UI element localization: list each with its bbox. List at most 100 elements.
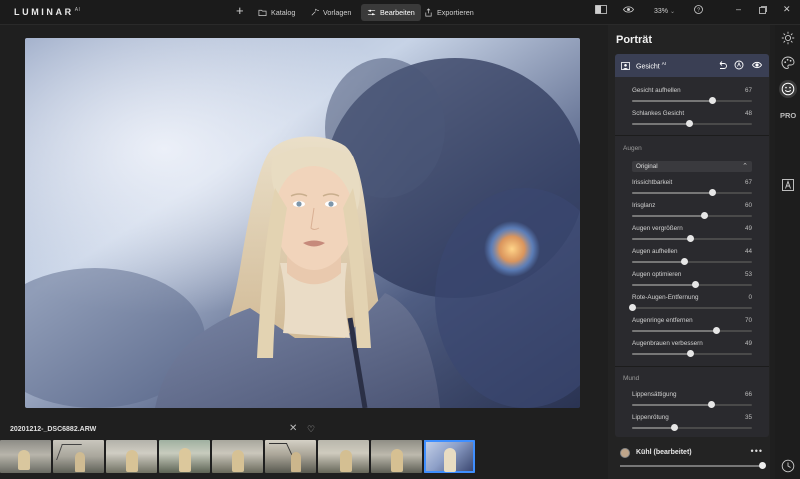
slider-knob[interactable] <box>687 235 695 242</box>
exportieren-button[interactable]: Exportieren <box>418 4 480 21</box>
ai-layer-icon[interactable] <box>781 178 795 192</box>
zoom-level[interactable]: 33% ⌄ <box>654 8 675 15</box>
slider-knob[interactable] <box>670 424 678 431</box>
undo-icon[interactable] <box>717 60 727 70</box>
slider-knob[interactable] <box>708 189 716 196</box>
favorite-heart-icon[interactable]: ♡ <box>307 424 315 435</box>
filmstrip-thumb-selected[interactable] <box>424 440 475 473</box>
filmstrip-thumb[interactable] <box>371 440 422 473</box>
slider-augen-aufhellen[interactable]: Augen aufhellen 44 <box>632 248 752 270</box>
filmstrip-thumb[interactable] <box>0 440 51 473</box>
slider-knob[interactable] <box>686 120 694 127</box>
portrait-icon <box>621 61 630 70</box>
slider-knob[interactable] <box>700 212 708 219</box>
visibility-eye-icon[interactable] <box>752 60 762 70</box>
slider-lippensaettigung[interactable]: Lippensättigung 66 <box>632 391 752 413</box>
bearbeiten-button[interactable]: Bearbeiten <box>361 4 421 21</box>
section-label-mund: Mund <box>623 375 640 382</box>
compare-icon[interactable] <box>595 5 607 16</box>
slider-augen-optimieren[interactable]: Augen optimieren 53 <box>632 271 752 293</box>
slider-rote-augen-entfernung[interactable]: Rote-Augen-Entfernung 0 <box>628 294 752 316</box>
slider-augenringe-entfernen[interactable]: Augenringe entfernen 70 <box>632 317 752 339</box>
photo-canvas[interactable] <box>25 38 580 408</box>
slider-track[interactable] <box>632 258 752 265</box>
essentials-sun-icon[interactable] <box>781 31 795 45</box>
app-name: LUMINAR <box>14 7 74 17</box>
more-options-icon[interactable]: ••• <box>751 446 763 456</box>
help-icon[interactable]: ? <box>694 5 703 16</box>
slider-knob[interactable] <box>692 281 700 288</box>
history-clock-icon[interactable] <box>781 459 795 473</box>
preset-amount-track[interactable] <box>620 465 762 467</box>
slider-label: Lippensättigung <box>632 391 677 398</box>
filmstrip-thumb[interactable] <box>53 440 104 473</box>
slider-track[interactable] <box>632 424 752 431</box>
filmstrip-thumb[interactable] <box>159 440 210 473</box>
slider-augen-vergroessern[interactable]: Augen vergrößern 49 <box>632 225 752 247</box>
slider-knob[interactable] <box>712 327 720 334</box>
minimize-icon[interactable]: – <box>736 4 741 14</box>
maximize-icon[interactable] <box>759 6 767 16</box>
slider-track[interactable] <box>632 281 752 288</box>
slider-fill <box>632 284 696 286</box>
slider-value: 60 <box>744 202 752 209</box>
slider-track[interactable] <box>632 97 752 104</box>
slider-fill <box>632 238 691 240</box>
mask-icon[interactable] <box>734 60 744 70</box>
eye-preview-icon[interactable] <box>623 5 634 16</box>
slider-track[interactable] <box>632 401 752 408</box>
sparkle-icon <box>311 8 319 16</box>
filmstrip <box>0 440 475 473</box>
slider-knob[interactable] <box>707 401 715 408</box>
preset-amount-knob[interactable] <box>758 462 766 469</box>
slider-fill <box>632 330 716 332</box>
slider-knob[interactable] <box>687 350 695 357</box>
vorlagen-button[interactable]: Vorlagen <box>304 4 357 21</box>
slider-value: 70 <box>744 317 752 324</box>
slider-knob[interactable] <box>681 258 689 265</box>
slider-knob[interactable] <box>628 304 636 311</box>
eye-mode-select[interactable]: Original ⌃ <box>632 161 752 172</box>
slider-lippenroetung[interactable]: Lippenrötung 35 <box>632 414 752 436</box>
sliders-icon <box>367 9 376 16</box>
filmstrip-thumb[interactable] <box>265 440 316 473</box>
slider-track[interactable] <box>632 212 752 219</box>
creative-palette-icon[interactable] <box>781 56 795 70</box>
export-icon <box>425 8 432 17</box>
filmstrip-thumb[interactable] <box>212 440 263 473</box>
add-photos-icon[interactable]: + <box>236 4 244 18</box>
slider-track[interactable] <box>632 350 752 357</box>
slider-fill <box>632 192 713 194</box>
slider-track[interactable] <box>632 327 752 334</box>
slider-gesicht-aufhellen[interactable]: Gesicht aufhellen 67 <box>632 87 752 109</box>
tool-header-gesicht[interactable]: Gesicht AI <box>615 54 769 77</box>
filmstrip-thumb[interactable] <box>106 440 157 473</box>
slider-track[interactable] <box>632 189 752 196</box>
vorlagen-label: Vorlagen <box>323 8 352 17</box>
close-window-icon[interactable]: ✕ <box>783 4 791 15</box>
filmstrip-thumb[interactable] <box>318 440 369 473</box>
katalog-button[interactable]: Katalog <box>252 4 301 21</box>
slider-track[interactable] <box>628 304 752 311</box>
slider-value: 53 <box>744 271 752 278</box>
slider-knob[interactable] <box>708 97 716 104</box>
app-logo: LUMINARAI <box>14 7 80 17</box>
slider-label: Lippenrötung <box>632 414 669 421</box>
slider-track[interactable] <box>632 120 752 127</box>
preset-name[interactable]: Kühl (bearbeitet) <box>636 449 692 456</box>
slider-label: Schlankes Gesicht <box>632 110 685 117</box>
pro-tools-icon[interactable]: PRO <box>780 111 796 120</box>
slider-fill <box>632 123 690 125</box>
section-label-augen: Augen <box>623 145 642 152</box>
slider-track[interactable] <box>632 235 752 242</box>
portrait-smile-icon[interactable] <box>781 82 795 96</box>
slider-value: 35 <box>744 414 752 421</box>
slider-schlankes-gesicht[interactable]: Schlankes Gesicht 48 <box>632 110 752 132</box>
slider-irissichtbarkeit[interactable]: Irissichtbarkeit 67 <box>632 179 752 201</box>
slider-augenbrauen-verbessern[interactable]: Augenbrauen verbessern 49 <box>632 340 752 362</box>
slider-fill <box>632 261 685 263</box>
reject-icon[interactable]: ✕ <box>289 423 297 434</box>
slider-fill <box>632 100 713 102</box>
top-bar: LUMINARAI + Katalog Vorlagen Bearbeiten … <box>0 0 800 25</box>
slider-irisglanz[interactable]: Irisglanz 60 <box>632 202 752 224</box>
